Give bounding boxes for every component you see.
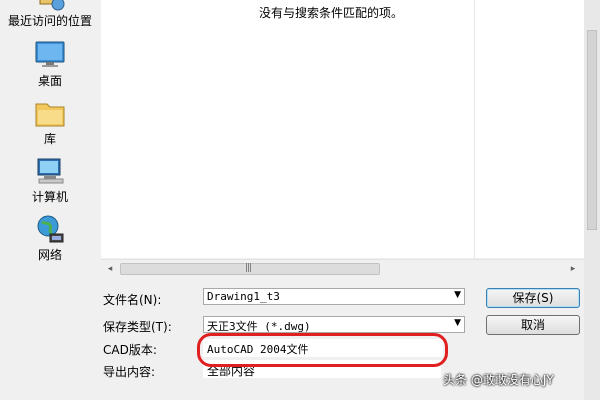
place-label: 库 xyxy=(43,132,56,146)
place-network[interactable]: 网络 xyxy=(0,214,100,264)
watermark-text: 头条 @敢敢没有心JY xyxy=(443,373,554,387)
filename-value: Drawing1_t3 xyxy=(207,290,280,303)
file-list[interactable]: 没有与搜索条件匹配的项。 xyxy=(101,0,474,258)
vertical-scrollbar-thumb[interactable] xyxy=(587,30,597,230)
vertical-scrollbar[interactable] xyxy=(584,0,600,400)
network-globe-icon xyxy=(34,214,66,244)
place-label: 网络 xyxy=(37,248,62,262)
chevron-down-icon[interactable]: ▼ xyxy=(454,318,461,328)
library-folder-icon xyxy=(34,98,66,128)
computer-icon xyxy=(34,156,66,186)
horizontal-scrollbar[interactable]: ◂ ||| ▸ xyxy=(101,259,584,278)
places-pane: 最近访问的位置 桌面 库 计算机 网络 xyxy=(0,0,100,262)
place-label: 最近访问的位置 xyxy=(7,14,92,28)
scrollbar-grip-icon: ||| xyxy=(245,263,252,273)
scrollbar-thumb[interactable]: ||| xyxy=(120,263,380,275)
scroll-right-arrow-icon[interactable]: ▸ xyxy=(567,263,579,275)
place-label: 计算机 xyxy=(31,190,68,204)
place-recent[interactable]: 最近访问的位置 xyxy=(0,0,100,30)
place-label: 桌面 xyxy=(37,74,62,88)
cancel-button[interactable]: 取消 xyxy=(486,315,580,335)
filename-combobox[interactable]: Drawing1_t3 ▼ xyxy=(203,288,465,305)
scroll-left-arrow-icon[interactable]: ◂ xyxy=(104,263,116,275)
file-list-detail-column xyxy=(474,0,585,258)
export-content-label: 导出内容: xyxy=(103,365,156,379)
filetype-value: 天正3文件 (*.dwg) xyxy=(207,320,311,333)
cad-version-label: CAD版本: xyxy=(103,343,157,357)
filetype-label: 保存类型(T): xyxy=(103,320,172,334)
place-desktop[interactable]: 桌面 xyxy=(0,40,100,90)
place-computer[interactable]: 计算机 xyxy=(0,156,100,206)
save-button[interactable]: 保存(S) xyxy=(486,288,580,308)
place-library[interactable]: 库 xyxy=(0,98,100,148)
filetype-select[interactable]: 天正3文件 (*.dwg) ▼ xyxy=(203,316,465,333)
filename-label: 文件名(N): xyxy=(103,293,162,307)
annotation-highlight xyxy=(197,333,448,367)
desktop-icon xyxy=(34,40,66,70)
chevron-down-icon[interactable]: ▼ xyxy=(454,290,461,300)
